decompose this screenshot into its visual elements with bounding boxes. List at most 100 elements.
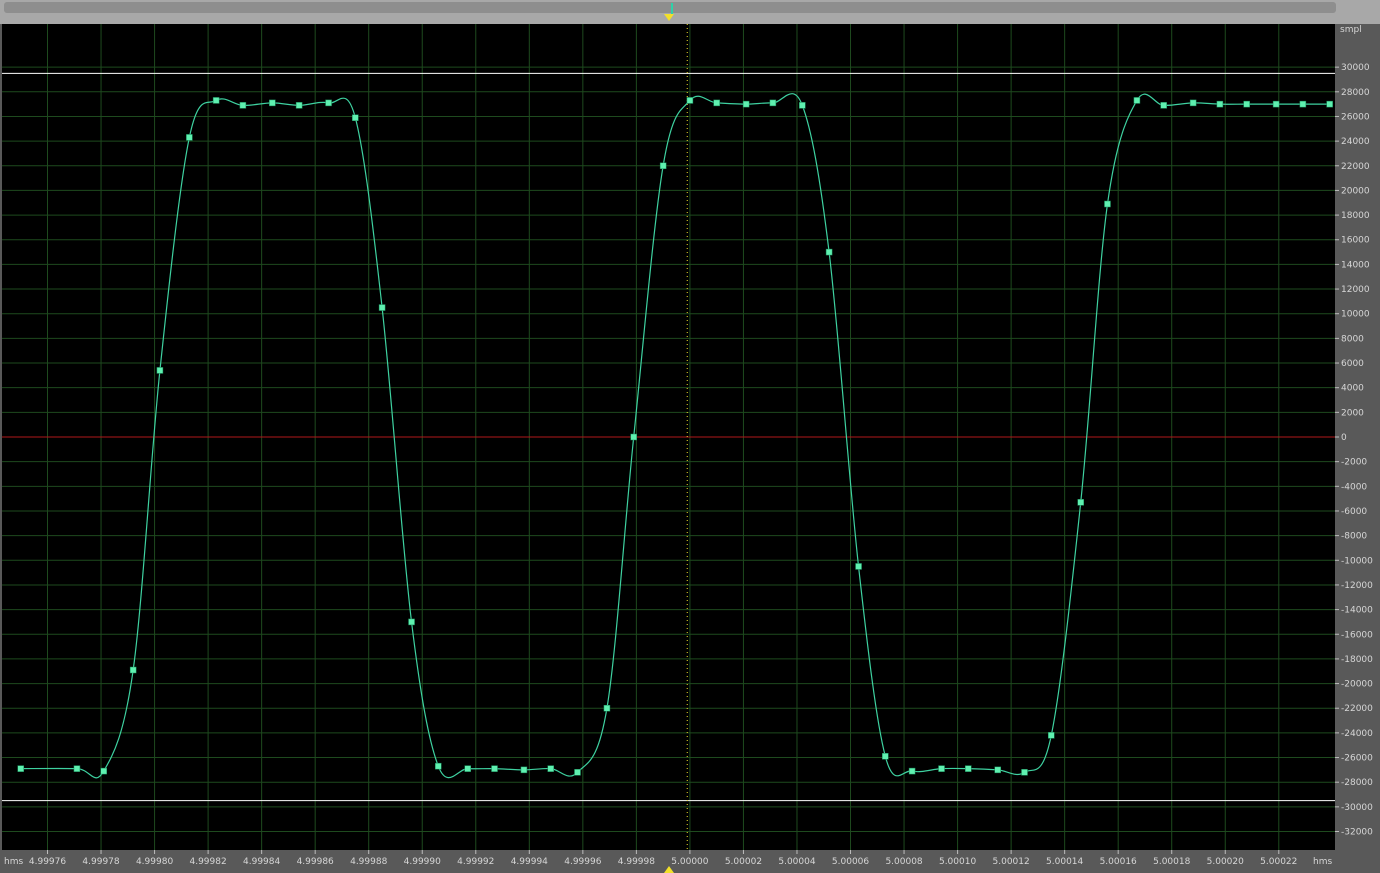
sample-point[interactable] [965,765,972,772]
sample-point[interactable] [17,765,24,772]
y-tick-label: 8000 [1341,334,1364,344]
sample-point[interactable] [799,102,806,109]
y-tick-label: -4000 [1341,482,1367,492]
x-unit-label-right: hms [1313,857,1332,867]
waveform-view[interactable]: 3000028000260002400022000200001800016000… [0,24,1380,873]
sample-point[interactable] [1133,97,1141,104]
sample-point[interactable] [520,766,528,774]
y-tick-label: -10000 [1341,556,1373,566]
x-tick-label: 5.00014 [1046,857,1083,867]
y-tick-label: -12000 [1341,581,1373,591]
y-tick-label: -14000 [1341,606,1373,616]
x-tick-label: 4.99976 [29,857,66,867]
x-tick-label: 4.99994 [511,857,548,867]
sample-point[interactable] [1326,100,1333,108]
y-tick-label: -8000 [1341,532,1367,542]
sample-point[interactable] [352,114,359,121]
y-tick-label: 2000 [1341,408,1364,418]
sample-point[interactable] [156,367,164,374]
x-tick-label: 5.00016 [1100,857,1137,867]
y-tick-label: -30000 [1341,803,1373,813]
sample-point[interactable] [435,762,442,770]
overview-bar [0,0,1380,24]
y-tick-label: 30000 [1341,63,1370,73]
sample-point[interactable] [994,766,1001,774]
y-tick-label: 20000 [1341,186,1370,196]
x-tick-label: 4.99980 [136,857,173,867]
y-tick-label: 28000 [1341,88,1370,98]
sample-point[interactable] [547,765,554,772]
y-tick-label: 12000 [1341,285,1370,295]
sample-point[interactable] [713,99,720,107]
y-tick-label: -2000 [1341,458,1367,468]
x-tick-label: 4.99988 [350,857,387,867]
y-tick-label: 0 [1341,433,1347,443]
sample-point[interactable] [1160,102,1167,109]
sample-point[interactable] [325,99,332,107]
y-tick-label: 26000 [1341,112,1370,122]
sample-point[interactable] [239,102,247,109]
y-tick-label: -16000 [1341,630,1373,640]
sample-point[interactable] [686,97,694,104]
x-tick-label: 4.99996 [564,857,601,867]
x-tick-label: 4.99990 [404,857,441,867]
sample-point[interactable] [882,753,889,760]
sample-point[interactable] [212,97,220,104]
sample-point[interactable] [129,666,137,674]
sample-point[interactable] [1243,100,1250,108]
sample-point[interactable] [630,433,637,441]
x-tick-label: 5.00000 [671,857,708,867]
sample-point[interactable] [742,100,750,108]
sample-point[interactable] [1077,499,1084,506]
y-tick-label: -22000 [1341,704,1373,714]
y-tick-label: 6000 [1341,359,1364,369]
overview-scrollbar[interactable] [4,2,1336,14]
sample-point[interactable] [769,99,777,107]
sample-point[interactable] [378,304,386,311]
sample-point[interactable] [1272,100,1280,108]
x-tick-label: 4.99978 [82,857,119,867]
sample-point[interactable] [100,767,107,775]
sample-point[interactable] [491,765,498,772]
x-tick-label: 5.00006 [832,857,869,867]
y-tick-label: 4000 [1341,384,1364,394]
sample-point[interactable] [408,618,415,626]
y-tick-label: 24000 [1341,137,1370,147]
sample-point[interactable] [73,765,81,772]
sample-point[interactable] [855,563,862,570]
sample-point[interactable] [464,765,471,772]
sample-point[interactable] [574,769,581,776]
x-tick-label: 5.00018 [1153,857,1190,867]
y-tick-label: 14000 [1341,260,1370,270]
sample-point[interactable] [1021,769,1028,776]
y-tick-label: -20000 [1341,680,1373,690]
x-tick-label: 4.99998 [618,857,655,867]
x-tick-label: 4.99992 [457,857,494,867]
sample-point[interactable] [186,134,193,141]
sample-point[interactable] [825,248,833,256]
x-tick-label: 5.00002 [725,857,762,867]
sample-point[interactable] [659,162,667,170]
sample-point[interactable] [269,99,276,107]
y-tick-label: 18000 [1341,211,1370,221]
sample-point[interactable] [1216,100,1224,108]
cursor-bottom-marker-icon[interactable] [664,866,674,873]
cursor-top-marker-icon[interactable] [664,14,674,21]
sample-point[interactable] [1299,100,1307,108]
sample-point[interactable] [603,704,611,712]
x-tick-label: 4.99982 [189,857,226,867]
y-unit-label: smpl [1340,25,1362,35]
y-tick-label: -32000 [1341,828,1373,838]
y-tick-label: 10000 [1341,310,1370,320]
sample-point[interactable] [908,767,916,775]
scroll-position-handle[interactable] [671,3,673,14]
x-tick-label: 5.00022 [1260,857,1297,867]
y-tick-label: 16000 [1341,236,1370,246]
x-tick-label: 4.99986 [297,857,334,867]
sample-point[interactable] [938,765,945,772]
sample-point[interactable] [1104,200,1111,208]
sample-point[interactable] [1048,732,1055,739]
sample-point[interactable] [1189,99,1197,107]
sample-point[interactable] [295,102,303,109]
x-tick-label: 5.00004 [778,857,815,867]
